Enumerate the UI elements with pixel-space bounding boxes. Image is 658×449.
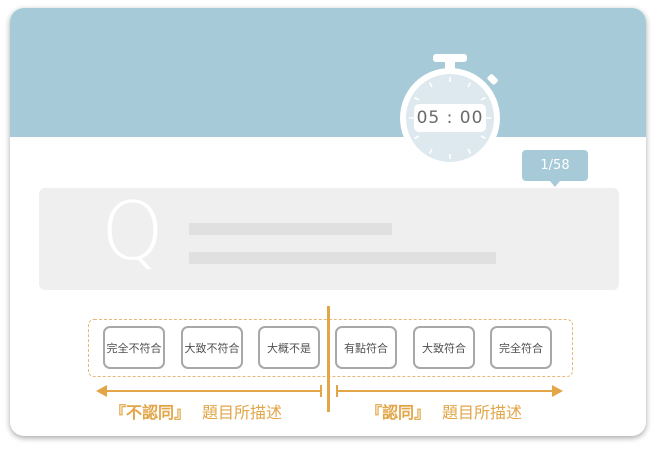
header-band <box>10 8 646 137</box>
center-divider <box>327 306 330 412</box>
option-mostly-agree[interactable]: 大致符合 <box>413 326 475 369</box>
question-text-placeholder-line <box>189 252 496 264</box>
option-probably-not[interactable]: 大概不是 <box>258 326 320 369</box>
question-icon: Q <box>101 188 164 278</box>
question-text-placeholder-line <box>189 223 392 235</box>
arrow-right-icon <box>552 385 563 397</box>
question-box: Q <box>39 188 619 290</box>
disagree-caption: 『不認同』 題目所描述 <box>110 399 282 423</box>
agree-caption: 『認同』 題目所描述 <box>366 399 522 423</box>
agree-arrow-line <box>338 390 553 392</box>
quiz-card: 05 : 00 1/58 Q 完全不符合 大致不符合 大概不是 有點符合 大致符… <box>10 8 646 436</box>
timer-display: 05 : 00 <box>414 104 486 132</box>
option-completely-disagree[interactable]: 完全不符合 <box>103 326 165 369</box>
disagree-caption-rest: 題目所描述 <box>202 403 283 422</box>
disagree-caption-quote: 『不認同』 <box>110 403 191 422</box>
agree-caption-rest: 題目所描述 <box>442 403 523 422</box>
arrow-end-tick <box>320 385 322 397</box>
counter-pointer <box>550 181 560 187</box>
question-counter-badge: 1/58 <box>522 150 588 181</box>
agree-caption-quote: 『認同』 <box>366 403 431 422</box>
option-completely-agree[interactable]: 完全符合 <box>490 326 552 369</box>
stopwatch-icon: 05 : 00 <box>395 54 505 180</box>
disagree-arrow-line <box>106 390 320 392</box>
option-mostly-disagree[interactable]: 大致不符合 <box>181 326 243 369</box>
option-somewhat-agree[interactable]: 有點符合 <box>335 326 397 369</box>
